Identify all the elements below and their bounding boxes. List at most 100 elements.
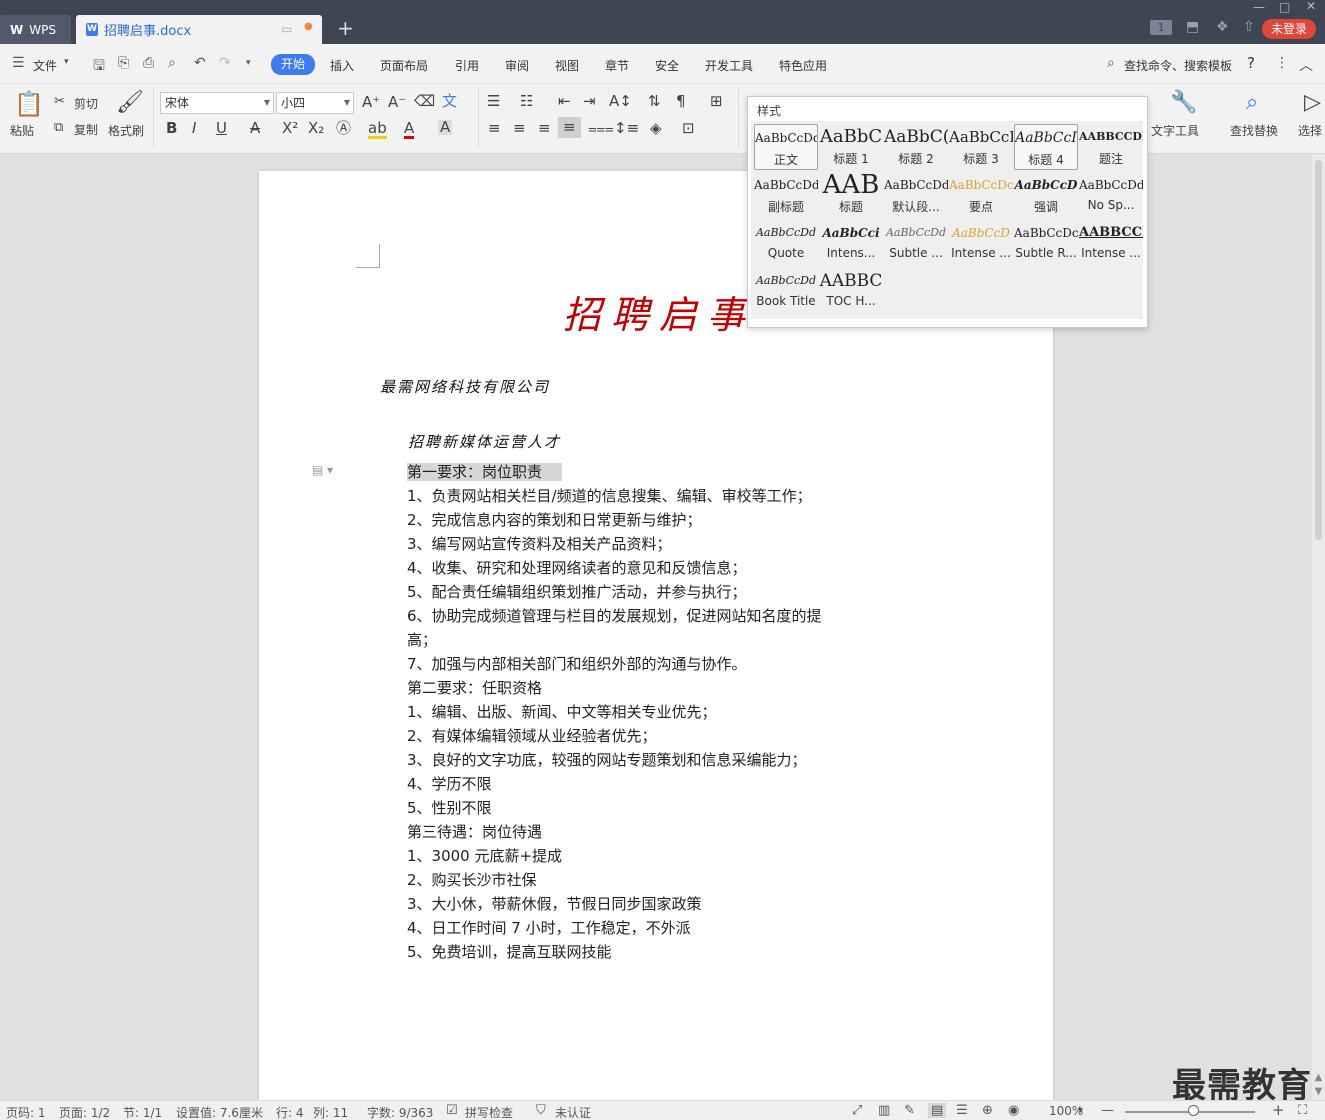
line-spacing-icon[interactable]: ↕≡ xyxy=(614,121,639,136)
menu-tab-references[interactable]: 引用 xyxy=(455,57,479,74)
document-title[interactable]: 招聘启事 xyxy=(563,284,755,339)
window-count-badge[interactable]: 1 xyxy=(1150,20,1172,35)
body-line[interactable]: 4、日工作时间 7 小时，工作稳定，不外派 xyxy=(407,916,877,940)
superscript-icon[interactable]: X² xyxy=(282,121,298,136)
tab-document[interactable]: W 招聘启事.docx ▭ ● xyxy=(76,15,322,44)
style-title[interactable]: AAB 标题 xyxy=(819,172,883,218)
fit-window-icon[interactable]: ⛶ xyxy=(1298,1103,1307,1118)
status-spell-check[interactable]: 拼写检查 xyxy=(465,1104,513,1120)
selected-text[interactable]: 第一要求：岗位职责 xyxy=(407,463,563,481)
new-tab-button[interactable]: + xyxy=(337,18,354,38)
cut-icon[interactable]: ✂ xyxy=(54,94,65,109)
align-left-icon[interactable]: ≡ xyxy=(488,121,501,136)
web-view-icon[interactable]: ⊕ xyxy=(982,1103,993,1118)
char-shading-icon[interactable]: A xyxy=(438,120,453,135)
body-line[interactable]: 1、负责网站相关栏目/频道的信息搜集、编辑、审校等工作； xyxy=(407,484,877,508)
close-icon[interactable]: ✕ xyxy=(1306,0,1316,13)
zoom-out-icon[interactable]: — xyxy=(1101,1103,1114,1118)
tab-wps-home[interactable]: W WPS xyxy=(0,15,71,44)
status-column[interactable]: 列: 11 xyxy=(313,1104,348,1120)
style-intense-emphasis[interactable]: AaBbCcD Intense ... xyxy=(949,220,1013,266)
command-search[interactable]: 查找命令、搜索模板 xyxy=(1124,57,1232,74)
style-toc-heading[interactable]: AABBC TOC H... xyxy=(819,268,883,314)
style-default-paragraph[interactable]: AaBbCcDd 默认段... xyxy=(884,172,948,218)
save-icon[interactable]: 🖫 xyxy=(93,55,105,79)
style-subtle-reference[interactable]: AaBbCcDc Subtle R... xyxy=(1014,220,1078,266)
text-tools-icon[interactable]: 🔧 xyxy=(1170,92,1197,114)
font-color-icon[interactable]: A xyxy=(404,121,415,139)
bold-icon[interactable]: B xyxy=(166,121,177,136)
select-icon[interactable]: ▷ xyxy=(1304,92,1321,114)
spell-check-icon[interactable]: ☑ xyxy=(446,1103,458,1118)
skin-icon[interactable]: ⬒ xyxy=(1186,19,1199,35)
style-normal[interactable]: AaBbCcDd 正文 xyxy=(754,124,818,170)
document-body[interactable]: 第一要求：岗位职责 1、负责网站相关栏目/频道的信息搜集、编辑、审校等工作； 2… xyxy=(407,460,877,964)
strikethrough-icon[interactable]: A xyxy=(250,121,260,136)
read-mode-icon[interactable]: ▥ xyxy=(878,1103,890,1118)
body-line[interactable]: 6、协助完成频道管理与栏目的发展规划，促进网站知名度的提 xyxy=(407,604,877,628)
find-replace-icon[interactable]: ⌕ xyxy=(1246,92,1258,114)
body-line[interactable]: 5、配合责任编辑组织策划推广活动，并参与执行； xyxy=(407,580,877,604)
body-line[interactable]: 1、编辑、出版、新闻、中文等相关专业优先； xyxy=(407,700,877,724)
phonetic-icon[interactable]: 文 xyxy=(442,94,457,109)
body-line[interactable]: 2、有媒体编辑领域从业经验者优先； xyxy=(407,724,877,748)
decrease-indent-icon[interactable]: ⇤ xyxy=(558,94,571,109)
body-line[interactable]: 2、购买长沙市社保 xyxy=(407,868,877,892)
menu-tab-view[interactable]: 视图 xyxy=(555,57,579,74)
style-quote[interactable]: AaBbCcDd Quote xyxy=(754,220,818,266)
text-direction-icon[interactable]: A↕ xyxy=(609,94,632,109)
paragraph-options-icon[interactable]: ▤ ▾ xyxy=(312,463,333,477)
find-replace-button[interactable]: 查找替换 xyxy=(1230,122,1278,139)
style-caption[interactable]: AABBCCDD题注 xyxy=(1079,124,1143,170)
underline-icon[interactable]: U xyxy=(216,121,227,136)
zoom-in-icon[interactable]: + xyxy=(1272,1101,1285,1119)
text-effect-icon[interactable]: Ⓐ xyxy=(336,121,351,136)
justify-icon[interactable]: ≡ xyxy=(558,117,581,138)
body-line[interactable]: 3、良好的文字功底，较强的网站专题策划和信息采编能力； xyxy=(407,748,877,772)
style-subtle-emphasis[interactable]: AaBbCcDd Subtle ... xyxy=(884,220,948,266)
format-painter-icon[interactable]: 🖌 xyxy=(116,92,144,114)
bullet-list-icon[interactable]: ☰ xyxy=(487,94,500,109)
body-line[interactable]: 5、免费培训，提高互联网技能 xyxy=(407,940,877,964)
page-view-icon[interactable]: ▤ xyxy=(928,1103,947,1118)
increase-indent-icon[interactable]: ⇥ xyxy=(583,94,596,109)
status-word-count[interactable]: 字数: 9/363 xyxy=(367,1104,433,1120)
highlight-icon[interactable]: ab xyxy=(368,121,387,139)
maximize-icon[interactable]: □ xyxy=(1279,0,1290,14)
copy-icon[interactable]: ⧉ xyxy=(54,120,63,135)
theme-icon[interactable]: ❖ xyxy=(1216,19,1229,35)
chevron-down-icon[interactable]: ▾ xyxy=(64,57,69,67)
align-right-icon[interactable]: ≡ xyxy=(538,121,551,136)
body-line[interactable]: 7、加强与内部相关部门和组织外部的沟通与协作。 xyxy=(407,652,877,676)
numbered-list-icon[interactable]: ☷ xyxy=(520,94,533,109)
status-page-number[interactable]: 页码: 1 xyxy=(6,1104,46,1120)
document-subheading[interactable]: 招聘新媒体运营人才 xyxy=(408,431,561,452)
body-line[interactable]: 3、编写网站宣传资料及相关产品资料； xyxy=(407,532,877,556)
upload-icon[interactable]: ⇧ xyxy=(1243,19,1255,35)
scroll-down-icon[interactable]: ▼ xyxy=(1312,1086,1325,1097)
body-line[interactable]: 5、性别不限 xyxy=(407,796,877,820)
export-icon[interactable]: ⎘ xyxy=(118,55,129,71)
outline-view-icon[interactable]: ☰ xyxy=(956,1103,968,1118)
shield-icon[interactable]: ⛉ xyxy=(536,1103,546,1118)
undo-icon[interactable]: ↶ xyxy=(194,55,206,71)
font-size-select[interactable]: 小四 ▼ xyxy=(276,92,354,114)
subscript-icon[interactable]: X₂ xyxy=(308,121,324,136)
eye-protection-icon[interactable]: ◉ xyxy=(1008,1103,1019,1118)
menu-tab-special[interactable]: 特色应用 xyxy=(779,57,827,74)
copy-button[interactable]: 复制 xyxy=(74,121,98,138)
body-line[interactable]: 2、完成信息内容的策划和日常更新与维护； xyxy=(407,508,877,532)
sort-icon[interactable]: ⇅ xyxy=(648,94,661,109)
menu-tab-developer[interactable]: 开发工具 xyxy=(705,57,753,74)
paste-icon[interactable]: 📋 xyxy=(14,92,44,116)
style-heading-4[interactable]: AaBbCcI 标题 4 xyxy=(1014,124,1078,170)
status-row[interactable]: 行: 4 xyxy=(276,1104,304,1120)
menu-tab-start[interactable]: 开始 xyxy=(271,54,315,75)
body-line[interactable]: 第二要求：任职资格 xyxy=(407,676,877,700)
cut-button[interactable]: 剪切 xyxy=(74,95,98,112)
menu-tab-page-layout[interactable]: 页面布局 xyxy=(380,57,428,74)
body-line[interactable]: 高； xyxy=(407,628,877,652)
fullscreen-icon[interactable]: ⤢ xyxy=(852,1103,862,1118)
minimize-icon[interactable]: — xyxy=(1253,0,1265,14)
paste-button[interactable]: 粘贴 xyxy=(10,122,34,139)
